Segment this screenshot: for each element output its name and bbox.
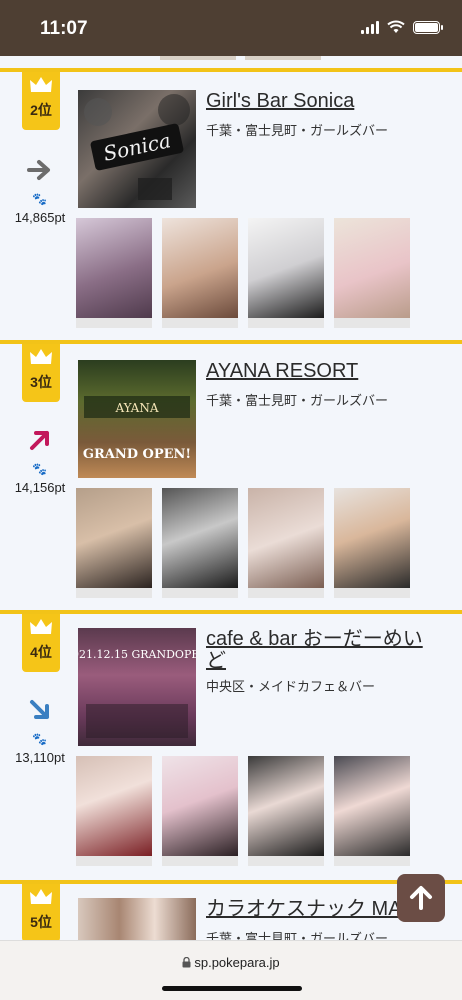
crown-icon <box>30 349 52 364</box>
status-icons <box>361 20 443 34</box>
previous-entry-edge <box>0 56 462 68</box>
svg-text:AYANA: AYANA <box>114 401 158 415</box>
signal-icon <box>361 20 379 34</box>
girl-photo[interactable] <box>162 488 238 598</box>
girl-photo[interactable] <box>248 756 324 866</box>
rank-badge: 4位 <box>22 614 60 672</box>
girl-photo[interactable] <box>76 488 152 598</box>
points: 13,110pt <box>15 750 65 765</box>
shop-name-link[interactable]: Girl's Bar Sonica <box>206 90 442 112</box>
girl-photo[interactable] <box>334 218 410 328</box>
crown-icon <box>30 619 52 634</box>
shop-area: 千葉・富士見町・ガールズバー <box>206 393 389 408</box>
girl-photo[interactable] <box>76 756 152 866</box>
shop-thumbnail[interactable]: Sonica <box>78 90 196 208</box>
crown-icon <box>30 889 52 904</box>
home-indicator <box>162 986 302 991</box>
rank-badge: 3位 <box>22 344 60 402</box>
rank-entry-2[interactable]: 2位 🐾 14,865pt Sonica Girl's Bar Sonica 千… <box>0 68 462 340</box>
rank-entry-4[interactable]: 4位 🐾 13,110pt 2021.12.15 GRANDOPEN cafe … <box>0 610 462 880</box>
shop-area: 千葉・富士見町・ガールズバー <box>206 123 389 138</box>
shop-thumbnail[interactable]: 2021.12.15 GRANDOPEN <box>78 628 196 746</box>
rank-label: 3位 <box>30 374 52 390</box>
arrow-up-icon <box>410 886 432 910</box>
thumb-caption: GRAND OPEN! <box>83 447 191 462</box>
rank-entry-3[interactable]: 3位 🐾 14,156pt AYANA GRAND OPEN! AYANA RE… <box>0 340 462 610</box>
thumb-caption: 2021.12.15 GRANDOPEN <box>78 648 196 661</box>
rank-label: 5位 <box>30 914 52 930</box>
wifi-icon <box>387 20 405 33</box>
rank-badge: 2位 <box>22 72 60 130</box>
browser-url-bar[interactable]: sp.pokepara.jp <box>0 940 462 1000</box>
arrow-down-right-icon <box>30 700 49 719</box>
girl-photo[interactable] <box>334 756 410 866</box>
scroll-top-button[interactable] <box>397 874 445 922</box>
girl-photo[interactable] <box>162 756 238 866</box>
crown-icon <box>30 77 52 92</box>
rank-badge: 5位 <box>22 884 60 942</box>
arrow-right-icon <box>27 160 50 180</box>
battery-icon <box>413 20 443 34</box>
arrow-up-right-icon <box>30 431 49 450</box>
shop-thumbnail[interactable] <box>78 898 196 944</box>
girl-photo[interactable] <box>76 218 152 328</box>
girl-photo[interactable] <box>248 488 324 598</box>
rank-label: 2位 <box>30 102 52 118</box>
status-time: 11:07 <box>40 18 88 39</box>
girl-photo[interactable] <box>162 218 238 328</box>
shop-area: 中央区・メイドカフェ＆バー <box>206 679 376 694</box>
paw-icon: 🐾 <box>32 192 47 206</box>
girl-photo[interactable] <box>248 218 324 328</box>
shop-thumbnail[interactable]: AYANA GRAND OPEN! <box>78 360 196 478</box>
shop-name-link[interactable]: cafe & bar おーだーめいど <box>206 628 442 672</box>
girl-photo[interactable] <box>334 488 410 598</box>
lock-icon <box>182 956 191 968</box>
paw-icon: 🐾 <box>32 462 47 476</box>
points: 14,865pt <box>14 210 66 225</box>
rank-label: 4位 <box>30 644 52 660</box>
status-bar: 11:07 <box>0 0 462 56</box>
url-text: sp.pokepara.jp <box>194 955 280 970</box>
points: 14,156pt <box>14 480 66 495</box>
paw-icon: 🐾 <box>32 732 47 746</box>
shop-name-link[interactable]: AYANA RESORT <box>206 360 442 382</box>
url-display[interactable]: sp.pokepara.jp <box>0 955 462 970</box>
